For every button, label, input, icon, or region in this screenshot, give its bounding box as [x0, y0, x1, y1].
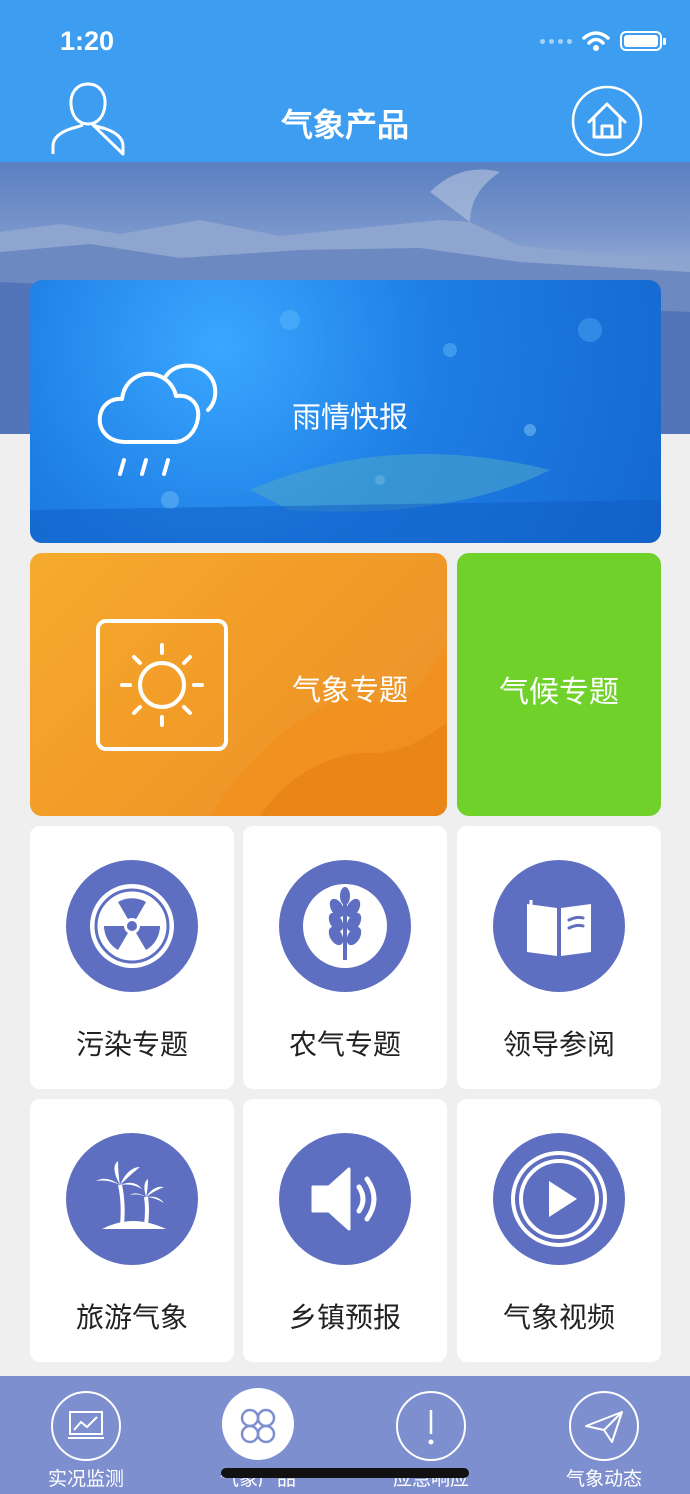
tab-live-monitoring-label: 实况监测 — [47, 1468, 124, 1490]
rain-report-label: 雨情快报 — [292, 400, 409, 434]
leader-reference-label: 领导参阅 — [502, 1028, 615, 1061]
town-forecast-label: 乡镇预报 — [288, 1301, 401, 1334]
tab-weather-news-label: 气象动态 — [565, 1468, 642, 1490]
status-time: 1:20 — [60, 26, 115, 56]
palm-island-icon — [66, 1133, 198, 1265]
home-indicator — [221, 1468, 469, 1478]
open-book-icon — [493, 860, 625, 992]
grid-clover-icon — [240, 1408, 276, 1444]
paper-plane-icon — [569, 1391, 639, 1461]
play-icon — [493, 1133, 625, 1265]
weather-video-card[interactable]: 气象视频 — [457, 1099, 661, 1362]
speaker-icon — [279, 1133, 411, 1265]
town-forecast-card[interactable]: 乡镇预报 — [243, 1099, 447, 1362]
radiation-icon — [66, 860, 198, 992]
travel-weather-label: 旅游气象 — [75, 1301, 188, 1334]
sun-icon — [96, 619, 228, 751]
home-button[interactable] — [570, 84, 644, 158]
rain-cloud-icon — [97, 363, 218, 476]
status-indicators — [540, 30, 666, 52]
alert-icon — [396, 1391, 466, 1461]
battery-icon — [620, 31, 666, 51]
tab-weather-news[interactable]: 气象动态 — [518, 1376, 690, 1494]
pollution-topic-card[interactable]: 污染专题 — [30, 826, 234, 1089]
navigation-header: 1:20 气象产品 — [0, 0, 690, 162]
rain-report-tile[interactable]: 雨情快报 — [30, 280, 661, 543]
tab-live-monitoring[interactable]: 实况监测 — [0, 1376, 172, 1494]
cellular-signal-icon — [540, 38, 572, 44]
pollution-topic-label: 污染专题 — [75, 1028, 188, 1061]
travel-weather-card[interactable]: 旅游气象 — [30, 1099, 234, 1362]
agri-topic-card[interactable]: 农气专题 — [243, 826, 447, 1089]
weather-video-label: 气象视频 — [502, 1301, 615, 1334]
monitor-chart-icon — [51, 1391, 121, 1461]
weather-topic-tile[interactable]: 气象专题 — [30, 553, 447, 816]
wifi-icon — [582, 31, 610, 51]
climate-topic-label: 气候专题 — [499, 675, 619, 710]
agri-topic-label: 农气专题 — [288, 1028, 401, 1061]
weather-topic-label: 气象专题 — [292, 673, 409, 707]
wheat-icon — [279, 860, 411, 992]
climate-topic-tile[interactable]: 气候专题 — [457, 553, 661, 816]
leader-reference-card[interactable]: 领导参阅 — [457, 826, 661, 1089]
